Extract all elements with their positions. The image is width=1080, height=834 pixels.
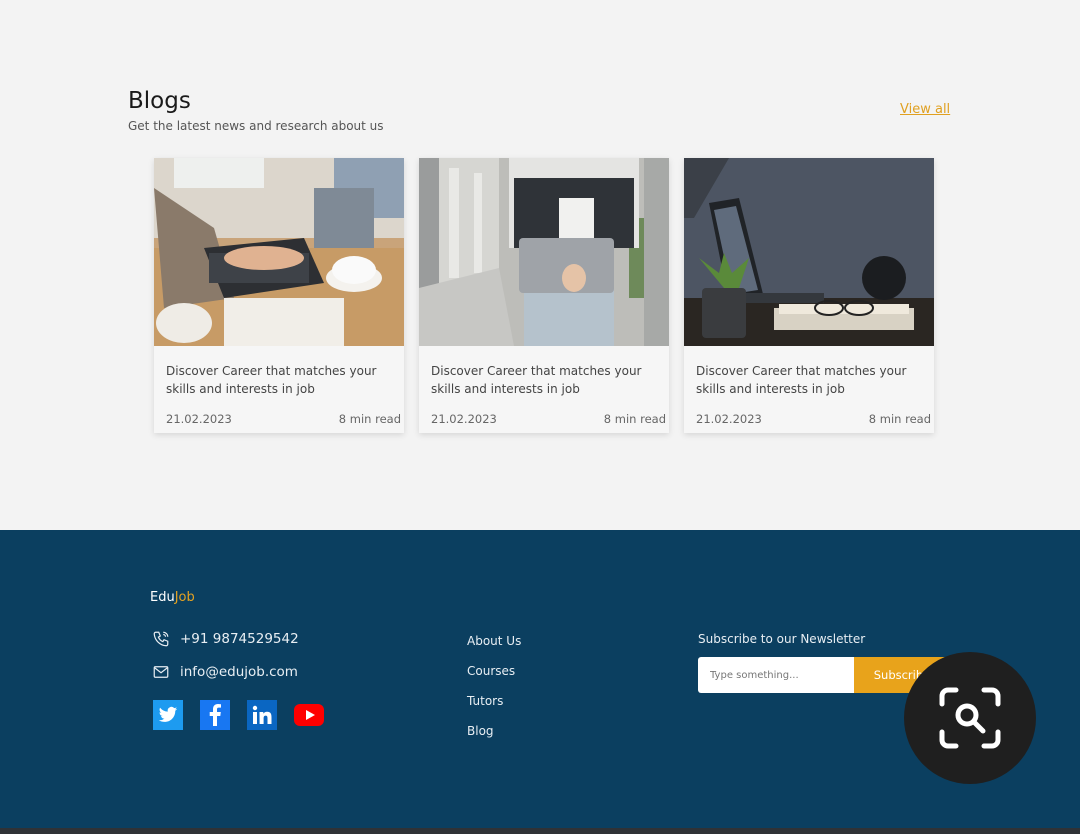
lens-search-button[interactable] bbox=[904, 652, 1036, 784]
blog-card-title: Discover Career that matches your skills… bbox=[431, 364, 642, 396]
blog-card-read-time: 8 min read bbox=[603, 412, 666, 426]
email-contact[interactable]: info@edujob.com bbox=[152, 663, 298, 681]
twitter-icon[interactable] bbox=[153, 700, 183, 730]
blog-card[interactable]: Discover Career that matches your skills… bbox=[419, 158, 669, 433]
social-links bbox=[153, 700, 341, 730]
footer-link-tutors[interactable]: Tutors bbox=[467, 694, 521, 709]
blogs-title: Blogs bbox=[128, 88, 191, 114]
email-address: info@edujob.com bbox=[180, 664, 298, 680]
blog-card-image bbox=[684, 158, 934, 346]
phone-number: +91 9874529542 bbox=[180, 631, 299, 647]
blog-card-date: 21.02.2023 bbox=[431, 412, 497, 426]
blog-card-image bbox=[419, 158, 669, 346]
footer-link-courses[interactable]: Courses bbox=[467, 664, 521, 679]
blog-card-date: 21.02.2023 bbox=[166, 412, 232, 426]
blog-card-image bbox=[154, 158, 404, 346]
blog-card-title: Discover Career that matches your skills… bbox=[166, 364, 377, 396]
footer-link-blog[interactable]: Blog bbox=[467, 724, 521, 739]
blog-card-read-time: 8 min read bbox=[338, 412, 401, 426]
blog-card[interactable]: Discover Career that matches your skills… bbox=[684, 158, 934, 433]
bottom-strip bbox=[0, 828, 1080, 834]
footer-links: About Us Courses Tutors Blog bbox=[467, 634, 521, 754]
mail-icon bbox=[153, 666, 169, 678]
blog-card-date: 21.02.2023 bbox=[696, 412, 762, 426]
brand-part-job: Job bbox=[174, 590, 195, 605]
linkedin-icon[interactable] bbox=[247, 700, 277, 730]
blog-card-title: Discover Career that matches your skills… bbox=[696, 364, 907, 396]
blog-card[interactable]: Discover Career that matches your skills… bbox=[154, 158, 404, 433]
phone-icon bbox=[153, 631, 169, 647]
brand-part-edu: Edu bbox=[150, 590, 175, 605]
facebook-icon[interactable] bbox=[200, 700, 230, 730]
footer-brand-logo[interactable]: EduJob bbox=[150, 590, 195, 605]
blogs-section: Blogs Get the latest news and research a… bbox=[0, 0, 1080, 530]
newsletter-title: Subscribe to our Newsletter bbox=[698, 632, 866, 646]
youtube-icon[interactable] bbox=[294, 700, 324, 730]
lens-search-icon bbox=[939, 687, 1001, 749]
phone-contact[interactable]: +91 9874529542 bbox=[152, 630, 299, 648]
newsletter-input[interactable] bbox=[698, 657, 854, 693]
blogs-subtitle: Get the latest news and research about u… bbox=[128, 119, 384, 133]
blog-card-read-time: 8 min read bbox=[868, 412, 931, 426]
footer-link-about-us[interactable]: About Us bbox=[467, 634, 521, 649]
view-all-link[interactable]: View all bbox=[900, 102, 950, 117]
